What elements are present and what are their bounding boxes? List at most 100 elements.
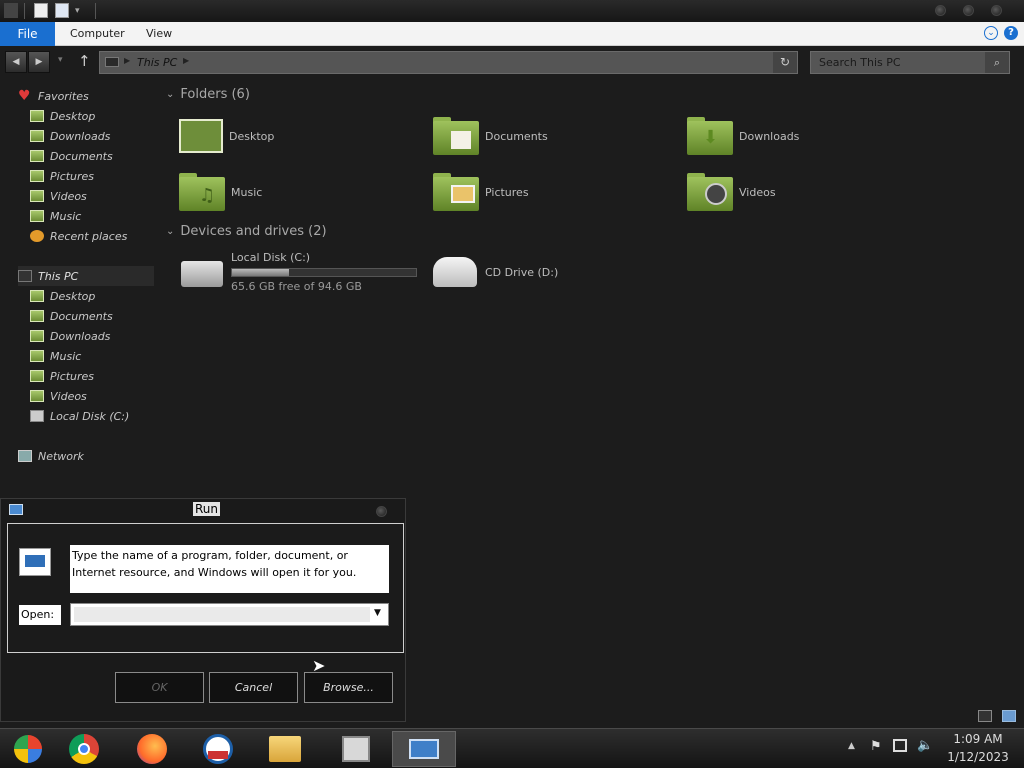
nav-pc-music[interactable]: Music: [30, 346, 158, 366]
refresh-icon[interactable]: ↻: [773, 52, 797, 73]
window-icon[interactable]: [4, 3, 18, 18]
nav-fav-recent-places[interactable]: Recent places: [30, 226, 158, 246]
folder-tile-downloads[interactable]: ⬇ Downloads: [687, 117, 799, 155]
taskbar-run[interactable]: [392, 731, 456, 767]
folder-tile-pictures[interactable]: Pictures: [433, 173, 529, 211]
details-view-icon[interactable]: [978, 710, 992, 722]
nav-label: Downloads: [50, 129, 111, 143]
folder-tile-desktop[interactable]: Desktop: [179, 117, 274, 155]
open-combobox[interactable]: ▼: [70, 603, 389, 626]
tab-file[interactable]: File: [0, 22, 55, 46]
start-button[interactable]: [0, 731, 56, 767]
new-folder-icon[interactable]: [55, 3, 69, 18]
tab-computer[interactable]: Computer: [70, 22, 125, 46]
folder-tile-documents[interactable]: Documents: [433, 117, 548, 155]
nav-fav-videos[interactable]: Videos: [30, 186, 158, 206]
nav-fav-documents[interactable]: Documents: [30, 146, 158, 166]
nav-fav-pictures[interactable]: Pictures: [30, 166, 158, 186]
hard-drive-icon: [181, 261, 223, 287]
group-header-folders[interactable]: ⌄ Folders (6): [166, 87, 250, 102]
close-button[interactable]: [991, 5, 1002, 16]
music-folder-icon: ♫: [179, 173, 225, 211]
search-icon[interactable]: ⌕: [985, 52, 1009, 73]
large-icons-view-icon[interactable]: [1002, 710, 1016, 722]
nav-label: Pictures: [50, 369, 95, 383]
tab-view[interactable]: View: [146, 22, 172, 46]
nav-label: Pictures: [50, 169, 95, 183]
nav-favorites[interactable]: ♥ Favorites: [18, 86, 158, 106]
firefox-icon: [137, 734, 167, 764]
run-description: Type the name of a program, folder, docu…: [70, 545, 389, 593]
nav-fav-desktop[interactable]: Desktop: [30, 106, 158, 126]
browse-button[interactable]: Browse...: [304, 672, 393, 703]
nav-label: Music: [50, 209, 82, 223]
close-button[interactable]: [376, 506, 387, 517]
nav-fav-music[interactable]: Music: [30, 206, 158, 226]
nav-label: Documents: [50, 149, 113, 163]
open-input[interactable]: [74, 607, 370, 622]
nav-pc-documents[interactable]: Documents: [30, 306, 158, 326]
desktop-icon: [30, 110, 44, 122]
drive-usage-bar: [231, 268, 417, 277]
run-dialog-title: Run: [193, 502, 221, 516]
show-hidden-icons-icon[interactable]: ▲: [848, 741, 855, 751]
taskbar-firefox[interactable]: [124, 731, 180, 767]
drive-tile-c[interactable]: Local Disk (C:) 65.6 GB free of 94.6 GB: [179, 251, 424, 295]
group-header-drives[interactable]: ⌄ Devices and drives (2): [166, 224, 327, 239]
dropdown-arrow-icon[interactable]: ▼: [374, 608, 381, 618]
volume-icon[interactable]: 🔈: [917, 738, 933, 753]
taskbar-store[interactable]: [328, 731, 384, 767]
downloads-folder-icon: ⬇: [687, 117, 733, 155]
taskbar-file-explorer[interactable]: [257, 731, 313, 767]
nav-pc-videos[interactable]: Videos: [30, 386, 158, 406]
drive-tile-d[interactable]: CD Drive (D:): [433, 257, 558, 287]
folder-tile-music[interactable]: ♫ Music: [179, 173, 262, 211]
properties-icon[interactable]: [34, 3, 48, 18]
music-icon: [30, 350, 44, 362]
back-button[interactable]: ◀: [5, 51, 27, 73]
nav-fav-downloads[interactable]: Downloads: [30, 126, 158, 146]
breadcrumb-chevron-icon: ▶: [124, 56, 131, 65]
run-icon: [9, 504, 23, 515]
network-icon[interactable]: [893, 739, 907, 752]
forward-button[interactable]: ▶: [28, 51, 50, 73]
videos-folder-icon: [687, 173, 733, 211]
title-bar: ▾: [0, 0, 1024, 22]
recent-places-icon: [30, 230, 44, 242]
nav-network[interactable]: Network: [18, 446, 158, 466]
clock-time[interactable]: 1:09 AM: [940, 732, 1016, 746]
cancel-button[interactable]: Cancel: [209, 672, 298, 703]
breadcrumb-this-pc[interactable]: This PC: [137, 56, 177, 69]
help-icon[interactable]: ?: [1004, 26, 1018, 40]
pictures-folder-icon: [433, 173, 479, 211]
collapse-chevron-icon[interactable]: ⌄: [166, 226, 174, 237]
music-icon: [30, 210, 44, 222]
network-icon: [18, 450, 32, 462]
nav-pc-pictures[interactable]: Pictures: [30, 366, 158, 386]
minimize-button[interactable]: [935, 5, 946, 16]
ok-button[interactable]: OK: [115, 672, 204, 703]
expand-ribbon-icon[interactable]: ⌄: [984, 26, 998, 40]
nav-pc-local-disk[interactable]: Local Disk (C:): [30, 406, 158, 426]
nav-label: Videos: [50, 389, 87, 403]
address-bar[interactable]: ▶ This PC ▶ ↻: [99, 51, 798, 74]
taskbar-chrome[interactable]: [56, 731, 112, 767]
up-button[interactable]: ↑: [78, 52, 91, 70]
maximize-button[interactable]: [963, 5, 974, 16]
quick-access-dropdown-icon[interactable]: ▾: [75, 6, 80, 16]
clock-date[interactable]: 1/12/2023: [940, 750, 1016, 764]
computer-icon: [18, 270, 32, 282]
nav-pc-downloads[interactable]: Downloads: [30, 326, 158, 346]
store-icon: [342, 736, 370, 762]
recent-locations-icon[interactable]: ▾: [58, 55, 63, 65]
folder-tile-videos[interactable]: Videos: [687, 173, 776, 211]
breadcrumb-chevron-icon[interactable]: ▶: [183, 56, 189, 65]
videos-icon: [30, 390, 44, 402]
nav-pc-desktop[interactable]: Desktop: [30, 286, 158, 306]
search-input[interactable]: Search This PC ⌕: [810, 51, 1010, 74]
nav-this-pc[interactable]: This PC: [18, 266, 154, 286]
taskbar-app[interactable]: [190, 731, 246, 767]
collapse-chevron-icon[interactable]: ⌄: [166, 89, 174, 100]
pictures-icon: [30, 370, 44, 382]
action-center-flag-icon[interactable]: ⚑: [870, 739, 882, 754]
